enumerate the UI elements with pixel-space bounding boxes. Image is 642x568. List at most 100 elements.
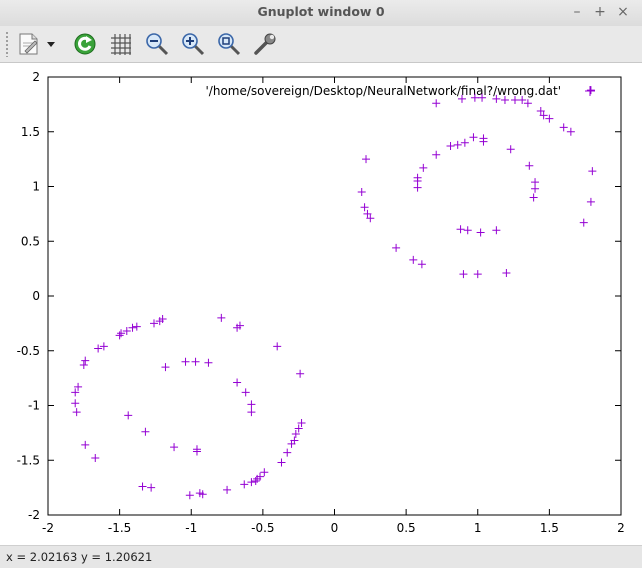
data-point <box>81 440 90 449</box>
data-point <box>223 485 232 494</box>
data-point <box>525 161 534 170</box>
zoom-out-button[interactable] <box>142 29 172 59</box>
y-tick-label: 0.5 <box>21 234 40 248</box>
y-tick-label: -0.5 <box>17 344 40 358</box>
data-point <box>91 454 100 463</box>
data-point <box>502 269 511 278</box>
data-point <box>124 411 133 420</box>
zoom-out-icon <box>146 33 169 56</box>
y-tick-label: -2 <box>28 508 40 522</box>
data-point <box>71 399 80 408</box>
data-point <box>506 145 515 154</box>
x-tick-label: 2 <box>617 521 625 535</box>
data-point <box>79 360 88 369</box>
data-point <box>432 99 441 108</box>
data-point <box>233 378 242 387</box>
data-point <box>357 187 366 196</box>
legend-label: '/home/sovereign/Desktop/NeuralNetwork/f… <box>206 84 562 98</box>
data-point <box>247 408 256 417</box>
y-tick-label: 1 <box>32 180 40 194</box>
title-bar[interactable]: Gnuplot window 0 – + × <box>0 0 642 26</box>
settings-button[interactable] <box>250 29 280 59</box>
y-tick-label: 2 <box>32 70 40 84</box>
data-point <box>579 218 588 227</box>
x-tick-label: 1.5 <box>540 521 559 535</box>
data-point <box>273 342 282 351</box>
data-point <box>247 400 256 409</box>
data-point <box>586 197 595 206</box>
y-tick-label: -1 <box>28 399 40 413</box>
data-point <box>588 167 597 176</box>
data-point <box>283 448 292 457</box>
data-point <box>409 255 418 264</box>
data-point <box>99 342 108 351</box>
dropdown-arrow-icon <box>47 42 55 47</box>
data-point <box>473 270 482 279</box>
data-point <box>191 357 200 366</box>
data-point <box>459 270 468 279</box>
grid-icon <box>111 34 131 55</box>
data-point <box>492 226 501 235</box>
export-icon <box>19 33 38 55</box>
data-point <box>392 243 401 252</box>
data-point <box>419 163 428 172</box>
data-point <box>181 357 190 366</box>
data-point <box>72 408 81 417</box>
data-point <box>413 183 422 192</box>
maximize-button[interactable]: + <box>591 3 609 21</box>
x-tick-label: -1 <box>185 521 197 535</box>
data-point <box>251 477 260 486</box>
data-point <box>531 184 540 193</box>
settings-wrench-icon <box>254 33 276 55</box>
grid-button[interactable] <box>106 29 136 59</box>
x-tick-label: 1 <box>474 521 482 535</box>
zoom-in-icon <box>182 33 205 56</box>
data-point <box>453 140 462 149</box>
replot-button[interactable] <box>70 29 100 59</box>
scatter-chart[interactable]: -2 -1.5 -1 -0.5 0 0.5 1 1.5 2 2 1.5 1 0.5 0 -0.5 -1 -1.5… <box>0 63 642 545</box>
close-button[interactable]: × <box>614 3 632 21</box>
export-button[interactable] <box>13 29 43 59</box>
data-point <box>277 458 286 467</box>
data-point <box>150 319 159 328</box>
status-bar: x = 2.02163 y = 1.20621 <box>0 545 642 568</box>
plot-border <box>47 76 622 516</box>
data-point <box>566 127 575 136</box>
data-point <box>469 133 478 142</box>
zoom-fit-button[interactable] <box>214 29 244 59</box>
export-dropdown-button[interactable] <box>44 29 58 59</box>
data-point <box>240 480 249 489</box>
y-tick-label: -1.5 <box>17 453 40 467</box>
replot-icon <box>74 33 96 55</box>
gnuplot-window: Gnuplot window 0 – + × -2 -1.5 -1 -0.5 0… <box>0 0 642 568</box>
data-point <box>260 468 269 477</box>
zoom-in-button[interactable] <box>178 29 208 59</box>
x-tick-label: 0 <box>331 521 339 535</box>
data-point <box>81 356 90 365</box>
data-point <box>296 369 305 378</box>
minimize-button[interactable]: – <box>568 3 586 21</box>
data-point <box>529 193 538 202</box>
data-point <box>132 322 141 331</box>
data-point <box>559 123 568 132</box>
x-tick-label: -0.5 <box>251 521 274 535</box>
data-point <box>170 443 179 452</box>
data-point <box>446 141 455 150</box>
window-title: Gnuplot window 0 <box>257 4 385 19</box>
data-point <box>476 228 485 237</box>
data-point <box>456 225 465 234</box>
plot-area[interactable]: -2 -1.5 -1 -0.5 0 0.5 1 1.5 2 2 1.5 1 0.5 0 -0.5 -1 -1.5… <box>0 63 642 545</box>
data-point <box>417 260 426 269</box>
data-point <box>217 313 226 322</box>
zoom-fit-icon <box>218 33 241 56</box>
data-point <box>362 155 371 164</box>
toolbar-grip[interactable] <box>5 31 9 57</box>
data-point <box>138 482 147 491</box>
x-tick-label: -2 <box>42 521 54 535</box>
x-tick-label: -1.5 <box>108 521 131 535</box>
cursor-coordinates: x = 2.02163 y = 1.20621 <box>6 550 153 564</box>
data-point <box>94 344 103 353</box>
data-point <box>463 226 472 235</box>
toolbar <box>0 26 642 63</box>
x-tick-label: 0.5 <box>397 521 416 535</box>
